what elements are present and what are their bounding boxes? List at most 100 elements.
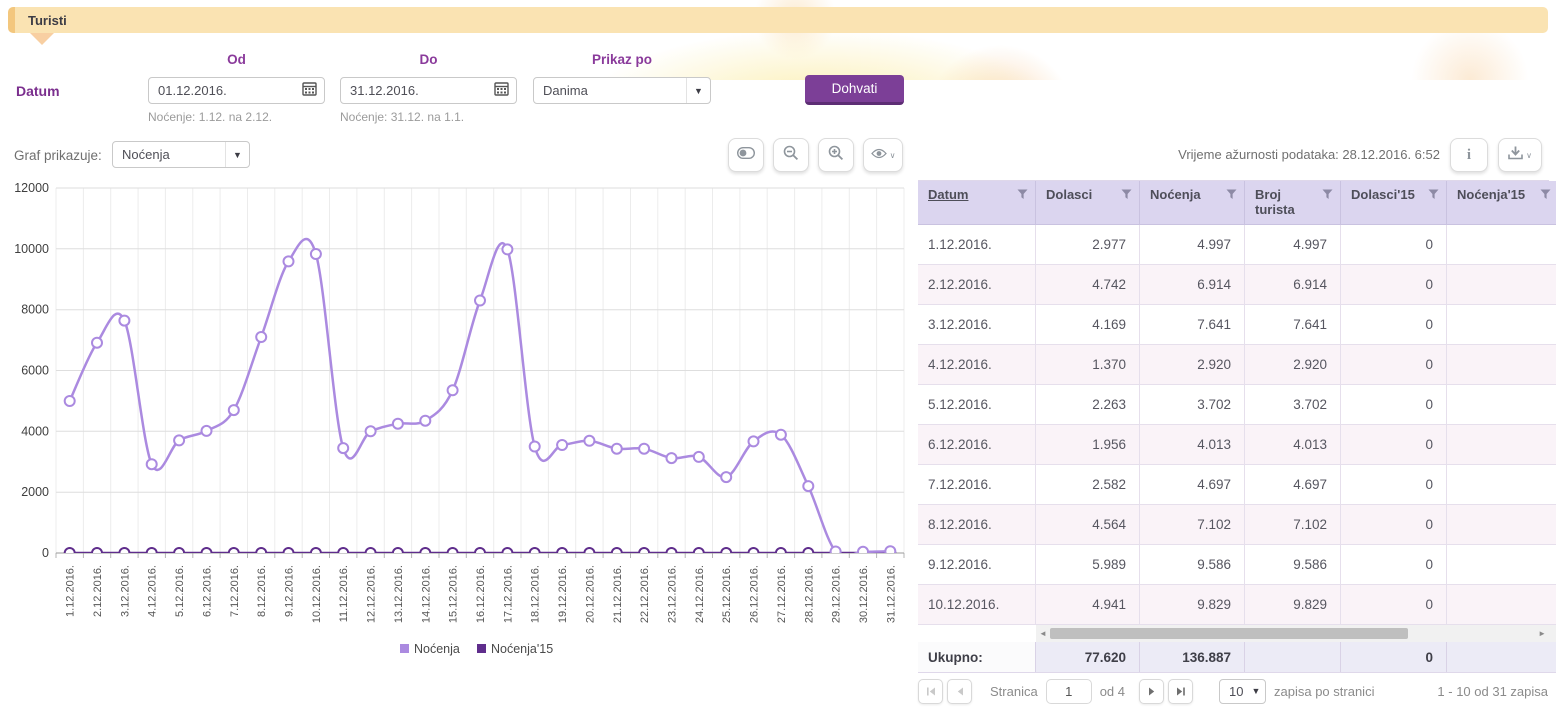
table-cell: 3.12.2016. — [918, 305, 1036, 345]
svg-text:24.12.2016.: 24.12.2016. — [694, 565, 706, 623]
horizontal-scrollbar[interactable]: ◄ ► — [918, 625, 1556, 642]
zoom-in-icon — [828, 145, 844, 166]
table-cell: 7.102 — [1245, 505, 1341, 545]
table-row[interactable]: 2.12.2016.4.7426.9146.9140 — [918, 265, 1556, 305]
page-number-input[interactable] — [1046, 679, 1092, 704]
tourist-data-table: DatumDolasciNoćenjaBroj turista Dolasci'1… — [918, 180, 1549, 673]
svg-text:21.12.2016.: 21.12.2016. — [612, 565, 624, 623]
table-cell: 8.12.2016. — [918, 505, 1036, 545]
chart-visibility-dropdown-button[interactable]: ∨ — [863, 138, 903, 172]
scrollbar-track[interactable]: ◄ ► — [1036, 625, 1556, 642]
chart-zoom-out-button[interactable] — [773, 138, 809, 172]
table-cell: 2.263 — [1036, 385, 1140, 425]
table-cell: 1.12.2016. — [918, 225, 1036, 265]
table-cell: 7.641 — [1245, 305, 1341, 345]
table-cell: 4.697 — [1245, 465, 1341, 505]
pagination-bar: Stranica od 4 10 ▼ zapisa po stranici 1 … — [918, 676, 1548, 706]
table-cell: 0 — [1341, 425, 1447, 465]
chart-contrast-toggle-button[interactable] — [728, 138, 764, 172]
table-row[interactable]: 1.12.2016.2.9774.9974.9970 — [918, 225, 1556, 265]
page-size-select[interactable]: 10 ▼ — [1219, 679, 1266, 704]
table-cell — [1447, 505, 1556, 545]
svg-text:1.12.2016.: 1.12.2016. — [65, 565, 77, 617]
totals-label: Ukupno: — [918, 642, 1036, 672]
table-cell: 0 — [1341, 225, 1447, 265]
svg-text:17.12.2016.: 17.12.2016. — [502, 565, 514, 623]
table-cell: 4.697 — [1140, 465, 1245, 505]
column-header-label: Dolasci'15 — [1351, 187, 1415, 202]
svg-text:4000: 4000 — [21, 424, 49, 438]
svg-text:10000: 10000 — [14, 242, 49, 256]
chart-zoom-in-button[interactable] — [818, 138, 854, 172]
svg-text:8000: 8000 — [21, 303, 49, 317]
table-cell — [1447, 305, 1556, 345]
table-row[interactable]: 6.12.2016.1.9564.0134.0130 — [918, 425, 1556, 465]
datum-row-label: Datum — [16, 83, 60, 99]
info-button[interactable]: i — [1450, 138, 1488, 172]
filter-icon[interactable] — [1428, 189, 1439, 200]
first-page-button[interactable] — [918, 679, 943, 704]
filter-icon[interactable] — [1121, 189, 1132, 200]
table-row[interactable]: 5.12.2016.2.2633.7023.7020 — [918, 385, 1556, 425]
table-cell: 6.914 — [1245, 265, 1341, 305]
table-row[interactable]: 9.12.2016.5.9899.5869.5860 — [918, 545, 1556, 585]
table-cell: 0 — [1341, 505, 1447, 545]
table-cell: 2.920 — [1140, 345, 1245, 385]
fetch-button[interactable]: Dohvati — [805, 75, 904, 105]
table-cell: 7.641 — [1140, 305, 1245, 345]
scroll-left-icon[interactable]: ◄ — [1039, 629, 1047, 638]
table-cell: 0 — [1341, 545, 1447, 585]
filter-icon[interactable] — [1322, 189, 1333, 200]
date-to-input[interactable]: 31.12.2016. — [340, 77, 517, 104]
column-header-no-enja-15[interactable]: Noćenja'15 — [1447, 181, 1556, 225]
filter-icon[interactable] — [1017, 189, 1028, 200]
svg-text:2000: 2000 — [21, 485, 49, 499]
data-updated-status: Vrijeme ažurnosti podataka: 28.12.2016. … — [1040, 147, 1440, 162]
zoom-out-icon — [783, 145, 799, 166]
svg-text:9.12.2016.: 9.12.2016. — [284, 565, 296, 617]
svg-text:29.12.2016.: 29.12.2016. — [831, 565, 843, 623]
table-row[interactable]: 3.12.2016.4.1697.6417.6410 — [918, 305, 1556, 345]
filter-icon[interactable] — [1226, 189, 1237, 200]
table-cell: 3.702 — [1245, 385, 1341, 425]
prikaz-po-column-label: Prikaz po — [533, 52, 711, 67]
frozen-column-gap — [918, 625, 1036, 642]
table-row[interactable]: 4.12.2016.1.3702.9202.9200 — [918, 345, 1556, 385]
export-download-button[interactable]: ∨ — [1498, 138, 1542, 172]
scrollbar-thumb[interactable] — [1050, 628, 1408, 639]
scroll-right-icon[interactable]: ► — [1538, 629, 1546, 638]
table-cell: 0 — [1341, 585, 1447, 625]
table-row[interactable]: 7.12.2016.2.5824.6974.6970 — [918, 465, 1556, 505]
table-cell: 9.586 — [1245, 545, 1341, 585]
column-header-dolasci[interactable]: Dolasci — [1036, 181, 1140, 225]
column-header-dolasci-15[interactable]: Dolasci'15 — [1341, 181, 1447, 225]
table-cell: 4.013 — [1245, 425, 1341, 465]
column-header-broj-turista[interactable]: Broj turista — [1245, 181, 1341, 225]
date-from-input[interactable]: 01.12.2016. — [148, 77, 325, 104]
filter-icon[interactable] — [1540, 189, 1551, 200]
table-cell: 9.829 — [1140, 585, 1245, 625]
totals-row: Ukupno:77.620136.8870 — [918, 642, 1556, 673]
svg-text:12000: 12000 — [14, 181, 49, 195]
graf-prikazuje-label: Graf prikazuje: — [14, 148, 102, 163]
graf-series-value: Noćenja — [122, 147, 170, 162]
calendar-icon[interactable] — [302, 81, 317, 101]
svg-text:23.12.2016.: 23.12.2016. — [667, 565, 679, 623]
table-cell — [1447, 425, 1556, 465]
next-page-button[interactable] — [1139, 679, 1164, 704]
prikaz-po-select[interactable]: Danima ▼ — [533, 77, 711, 104]
graf-series-select[interactable]: Noćenja ▼ — [112, 141, 250, 168]
date-to-note: Noćenje: 31.12. na 1.1. — [340, 110, 464, 124]
table-cell: 6.914 — [1140, 265, 1245, 305]
column-header-datum[interactable]: Datum — [918, 181, 1036, 225]
svg-text:15.12.2016.: 15.12.2016. — [448, 565, 460, 623]
table-cell: 0 — [1341, 265, 1447, 305]
column-header-no-enja[interactable]: Noćenja — [1140, 181, 1245, 225]
calendar-icon[interactable] — [494, 81, 509, 101]
table-cell: 0 — [1341, 465, 1447, 505]
table-row[interactable]: 8.12.2016.4.5647.1027.1020 — [918, 505, 1556, 545]
last-page-button[interactable] — [1168, 679, 1193, 704]
previous-page-button[interactable] — [947, 679, 972, 704]
table-row[interactable]: 10.12.2016.4.9419.8299.8290 — [918, 585, 1556, 625]
chevron-down-icon: ∨ — [890, 151, 896, 160]
